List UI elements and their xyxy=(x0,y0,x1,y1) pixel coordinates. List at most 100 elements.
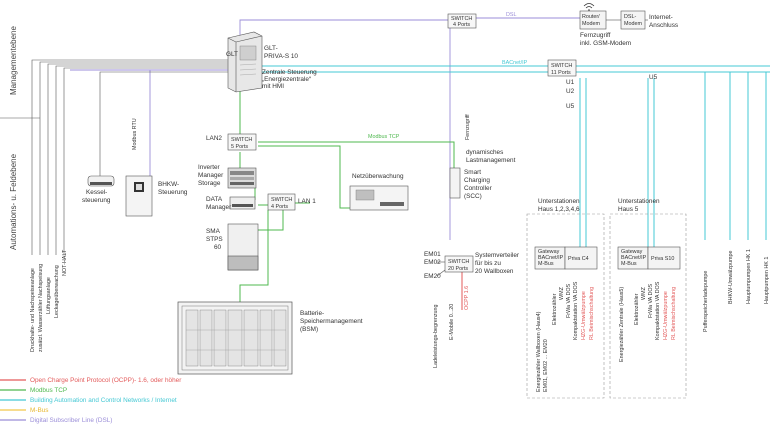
house5-label-red-1: RL Beimischschaltung xyxy=(671,287,677,340)
systemverteiler-l1: Systemverteiler xyxy=(475,252,520,259)
side-label-management: Managementebene xyxy=(9,26,18,95)
battery-l1: Batterie- xyxy=(300,310,324,317)
switch-top-l2: 4 Ports xyxy=(453,22,470,28)
dyn-last-l2: Lastmanagement xyxy=(466,157,516,164)
switch-lan2-l1: SWITCH xyxy=(231,137,252,143)
u5a-label: U5 xyxy=(649,74,658,81)
router-l2: Modem xyxy=(582,21,600,27)
sma-l1: SMA xyxy=(206,228,221,235)
dsl-modem-l2: Modem xyxy=(624,21,642,27)
bacnet-lines xyxy=(262,65,770,260)
glt-desc-l2: PRIVA-S 10 xyxy=(264,53,298,60)
legend-label-dsl: Digital Subscriber Line (DSL) xyxy=(30,417,112,424)
side-label-automation: Automations- u. Feldebene xyxy=(9,153,18,250)
left-label-4: NOT-HALT xyxy=(62,249,68,276)
gateway2-l3: M-Bus xyxy=(621,261,637,267)
fernzugriff-note-l1: Fernzugriff xyxy=(580,32,611,39)
internet-l1: Internet- xyxy=(649,14,673,21)
legend: Open Charge Point Protocol (OCPP)- 1.6, … xyxy=(0,377,182,424)
legend-label-ocpp: Open Charge Point Protocol (OCPP)- 1.6, … xyxy=(30,377,182,384)
house1-label-3: WMZ xyxy=(559,286,565,300)
bhkw-l1: BHKW- xyxy=(158,181,179,188)
kessel-l1: Kessel- xyxy=(86,189,107,196)
house1-label-red-1: RL Beimischschaltung xyxy=(589,287,595,340)
netzueberwachung-device[interactable] xyxy=(349,185,409,211)
em02-label: EM02 xyxy=(424,259,441,266)
wifi-icon xyxy=(583,3,595,11)
left-label-1: zusätzl. Wasserzähler Nachspeisung xyxy=(38,264,44,352)
inverter-l1: Inverter xyxy=(198,164,221,171)
left-label-0: Druckhalte- und Nachspeiseanlage xyxy=(30,268,36,352)
legend-label-bacnet: Building Automation and Control Networks… xyxy=(30,397,177,404)
scc-l3: Controller xyxy=(464,185,493,192)
ocpp-label: OCPP 1.6 xyxy=(464,286,470,310)
systemverteiler-l2: für bis zu xyxy=(475,260,501,267)
inverter-manager-device[interactable] xyxy=(227,167,257,189)
switch-bacnet-l1: SWITCH xyxy=(551,63,572,69)
house5-label-4: Kompaktstation VA DOS xyxy=(655,281,661,340)
data-manager-l1: DATA xyxy=(206,196,223,203)
switch-em-l1: SWITCH xyxy=(448,259,469,265)
scc-l2: Charging xyxy=(464,177,490,184)
right-label-1: BHKW-Umwälzpumpe xyxy=(728,250,734,304)
router-l1: Router/ xyxy=(582,14,600,20)
priva-c4-label: Priva C4 xyxy=(568,256,589,262)
house1-label-4: FrWa VA DOS xyxy=(566,283,572,318)
switch-lan2-l2: 5 Ports xyxy=(231,144,248,150)
unterstation2-l1: Unterstationen xyxy=(618,198,660,205)
battery-l3: (BSM) xyxy=(300,326,318,333)
glt-cabinet[interactable] xyxy=(227,31,263,93)
switch-bacnet-l2: 11 Ports xyxy=(551,70,571,76)
glt-desc2-l2: „Energiezentrale“ xyxy=(262,76,311,83)
em01-label: EM01 xyxy=(424,251,441,258)
label-modbus-rtu: Modbus RTU xyxy=(132,118,138,150)
systemverteiler-l3: 20 Wallboxen xyxy=(475,268,514,275)
house1-labels: Energiezähler Wallboxen (Haus4) EM01, EM… xyxy=(536,281,595,392)
netz-label: Netzüberwachung xyxy=(352,173,404,180)
house1-label-0: Energiezähler Wallboxen (Haus4) xyxy=(536,311,542,392)
glt-desc2-l3: mit HMI xyxy=(262,83,284,90)
label-dsl: DSL xyxy=(506,12,517,18)
right-label-3: Hauptpumpen HK 1 xyxy=(764,257,770,304)
scc-device[interactable] xyxy=(449,167,461,199)
house1-label-2: Elektrozähler xyxy=(552,293,558,325)
bhkw-device[interactable] xyxy=(125,175,153,217)
label-fernzugriff: Fernzugriff xyxy=(465,114,471,140)
right-label-2: Hauptumpumpen HK 1 xyxy=(746,249,752,304)
data-manager-l2: Manager xyxy=(206,204,232,211)
house5-label-2: WMZ xyxy=(641,286,647,300)
sma-l3: 60 xyxy=(214,244,222,251)
house5-label-red-0: HZG-Umwälzpumpe xyxy=(663,291,669,340)
left-label-3: Leckageüberwachung xyxy=(54,265,60,318)
switch-em-l2: 20 Ports xyxy=(448,266,468,272)
u2-label: U2 xyxy=(566,88,575,95)
legend-label-modbus: Modbus TCP xyxy=(30,387,67,394)
house5-labels: Energiezähler Zentrale (Haus5) Elektrozä… xyxy=(619,281,677,362)
glt-cabinet-label: GLT xyxy=(226,51,238,58)
u1-label: U1 xyxy=(566,79,575,86)
battery-cabinet[interactable] xyxy=(177,301,293,375)
gateway1-l3: M-Bus xyxy=(538,261,554,267)
kessel-device[interactable] xyxy=(87,175,115,187)
house1-label-red-0: HZG-Umwälzpumpe xyxy=(581,291,587,340)
inverter-l3: Storage xyxy=(198,180,221,187)
scc-l4: (SCC) xyxy=(464,193,482,200)
data-manager-device[interactable] xyxy=(229,196,256,210)
dsl-modem-l1: DSL- xyxy=(624,14,636,20)
unterstation1-l2: Haus 1,2,3,4,6 xyxy=(538,206,580,213)
network-diagram: Managementebene Automations- u. Feldeben… xyxy=(0,3,770,424)
priva-s10-label: Priva S10 xyxy=(651,256,674,262)
dyn-last-l1: dynamisches xyxy=(466,149,503,156)
house5-label-3: FrWa VA DOS xyxy=(648,283,654,318)
right-label-0: Pufferspeicherladepumpe xyxy=(703,271,709,332)
ladeleistung-label: Ladeleistungs-begrenzung xyxy=(433,304,439,368)
scc-l1: Smart xyxy=(464,169,481,176)
em20-label: EM20 xyxy=(424,273,441,280)
fernzugriff-note-l2: inkl. GSM-Modem xyxy=(580,40,631,47)
lan2-label: LAN2 xyxy=(206,135,222,142)
unterstation1-l1: Unterstationen xyxy=(538,198,580,205)
sma-inverter-device[interactable] xyxy=(227,223,259,271)
battery-l2: Speichermanagement xyxy=(300,318,363,325)
label-bacnet: BACnet/IP xyxy=(502,60,528,66)
house5-label-1: Elektrozähler xyxy=(634,293,640,325)
